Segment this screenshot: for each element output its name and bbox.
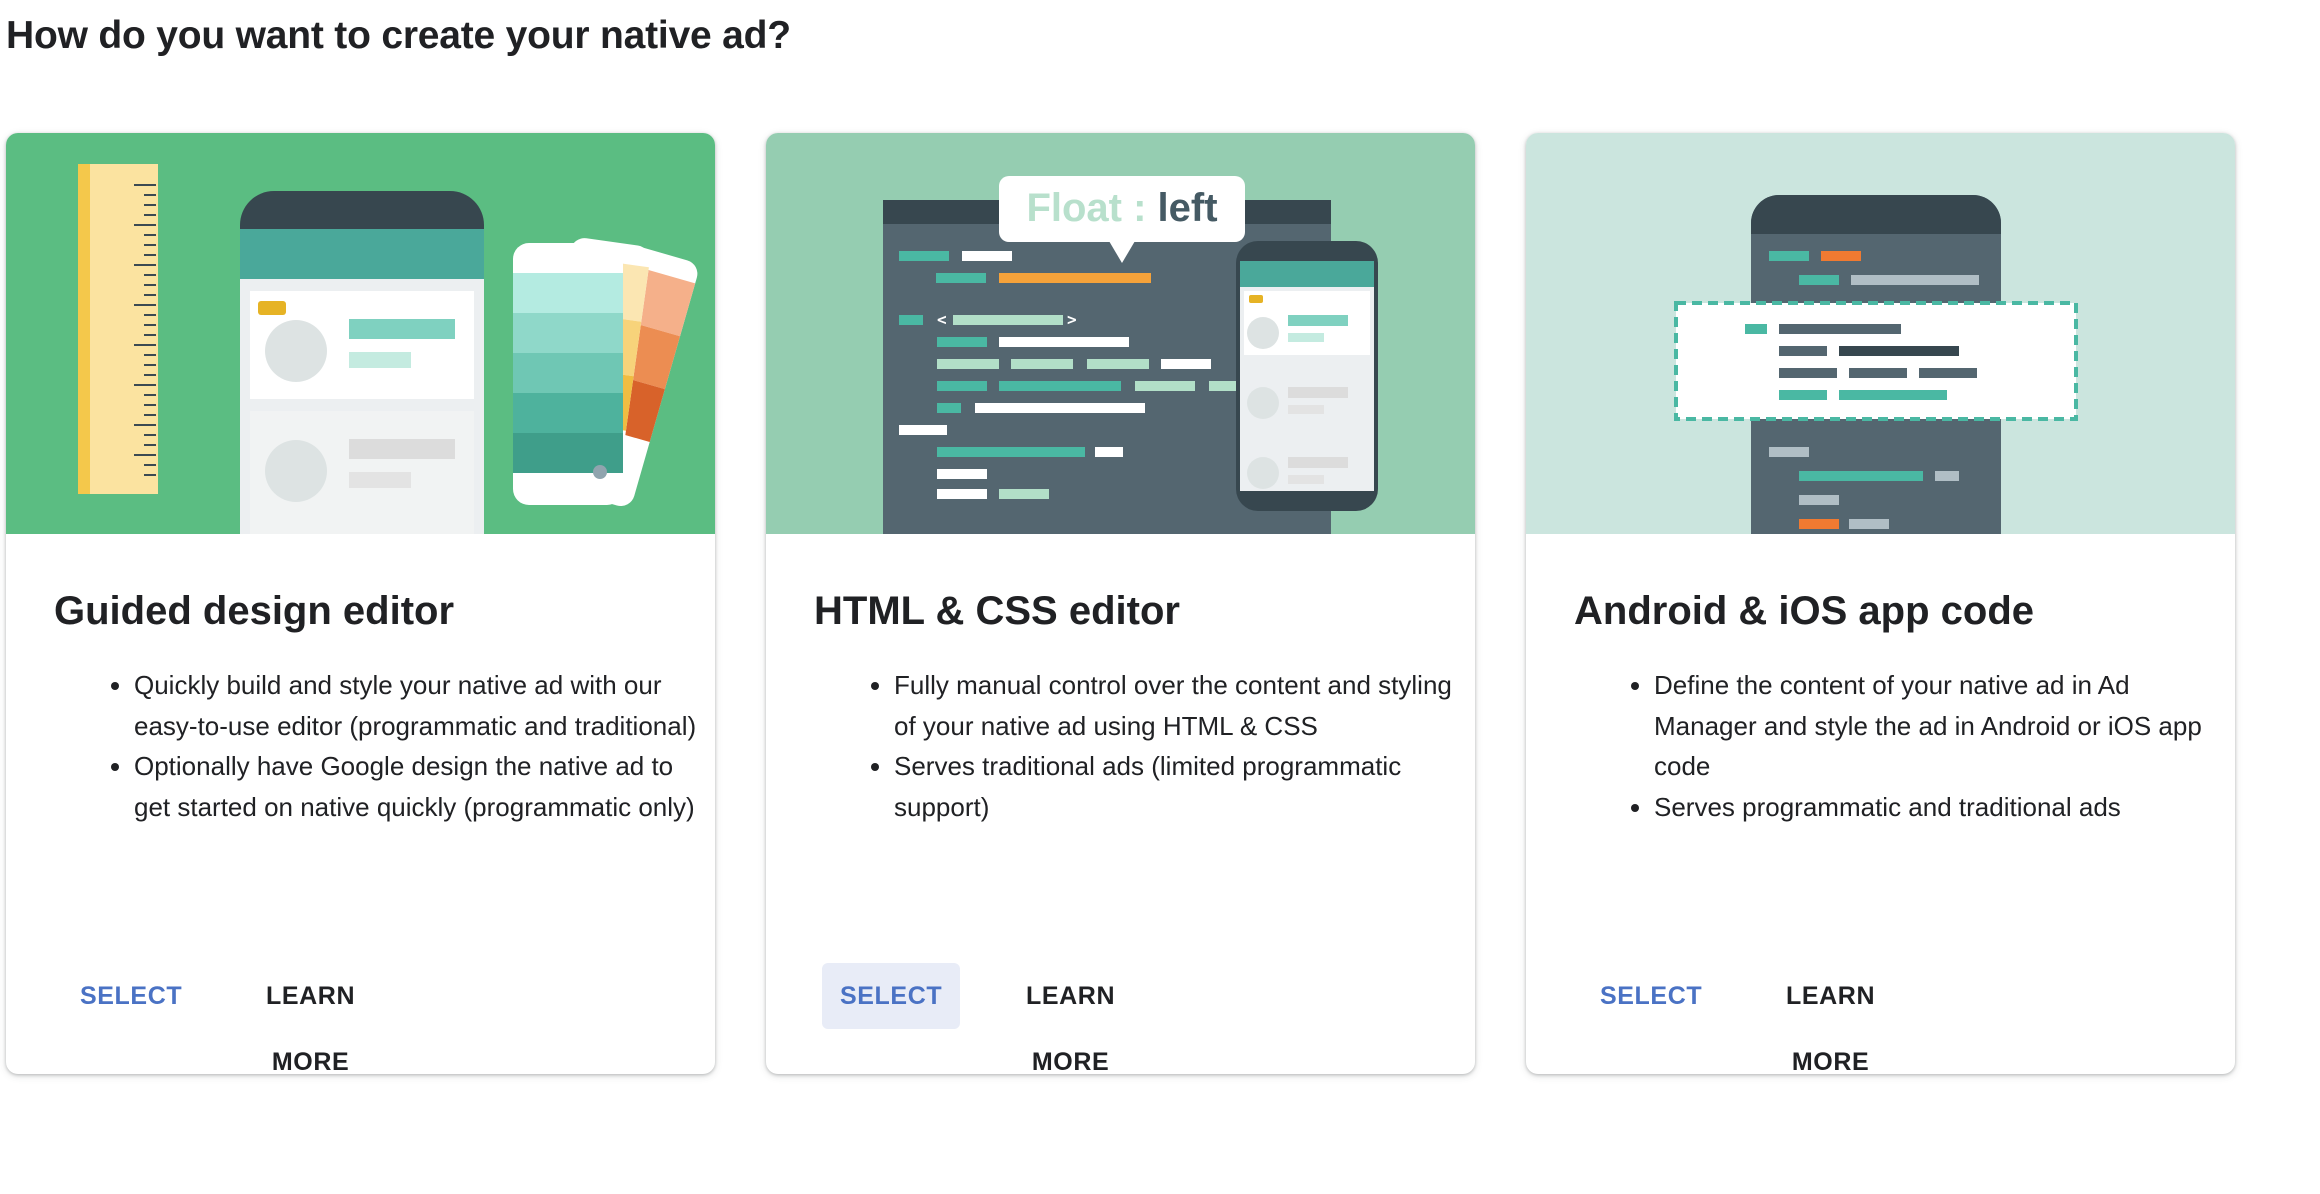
select-button[interactable]: SELECT bbox=[1582, 963, 1720, 1029]
feature-list: Fully manual control over the content an… bbox=[848, 665, 1474, 827]
learn-more-button[interactable]: LEARN MORE bbox=[1008, 963, 1133, 1074]
list-item: Optionally have Google design the native… bbox=[134, 746, 714, 827]
learn-more-button[interactable]: LEARN MORE bbox=[248, 963, 373, 1074]
page-title: How do you want to create your native ad… bbox=[6, 14, 791, 57]
card-html-css-editor[interactable]: < > Float: left HTML & CSS editor • Ful… bbox=[766, 133, 1475, 1074]
ad-slot-highlight bbox=[1674, 301, 2078, 421]
list-item: Quickly build and style your native ad w… bbox=[134, 665, 714, 746]
svg-text:>: > bbox=[1067, 310, 1077, 329]
phone-mockup bbox=[1236, 241, 1378, 511]
learn-more-button[interactable]: LEARN MORE bbox=[1768, 963, 1893, 1074]
card-title: Android & iOS app code bbox=[1574, 589, 2035, 633]
feature-list: Quickly build and style your native ad w… bbox=[88, 665, 714, 827]
list-item: Define the content of your native ad in … bbox=[1654, 665, 2234, 787]
list-item: Fully manual control over the content an… bbox=[894, 665, 1474, 746]
code-editor-illustration: < > Float: left bbox=[766, 133, 1475, 534]
svg-text:<: < bbox=[937, 310, 947, 329]
app-code-illustration bbox=[1526, 133, 2235, 534]
card-app-code[interactable]: Android & iOS app code Define the conten… bbox=[1526, 133, 2235, 1074]
card-title: HTML & CSS editor bbox=[814, 589, 1180, 633]
select-button[interactable]: SELECT bbox=[822, 963, 961, 1029]
select-button[interactable]: SELECT bbox=[62, 963, 200, 1029]
feature-list: Define the content of your native ad in … bbox=[1608, 665, 2234, 827]
card-title: Guided design editor bbox=[54, 589, 455, 633]
ruler-icon bbox=[78, 164, 158, 494]
phone-mockup bbox=[240, 191, 484, 534]
svg-text:Float : left: Float : left bbox=[1026, 186, 1217, 230]
design-editor-illustration bbox=[6, 133, 715, 534]
list-item: Serves programmatic and traditional ads bbox=[1654, 787, 2234, 828]
card-guided-design-editor[interactable]: Guided design editor Quickly build and s… bbox=[6, 133, 715, 1074]
list-item: Serves traditional ads (limited programm… bbox=[894, 746, 1474, 827]
